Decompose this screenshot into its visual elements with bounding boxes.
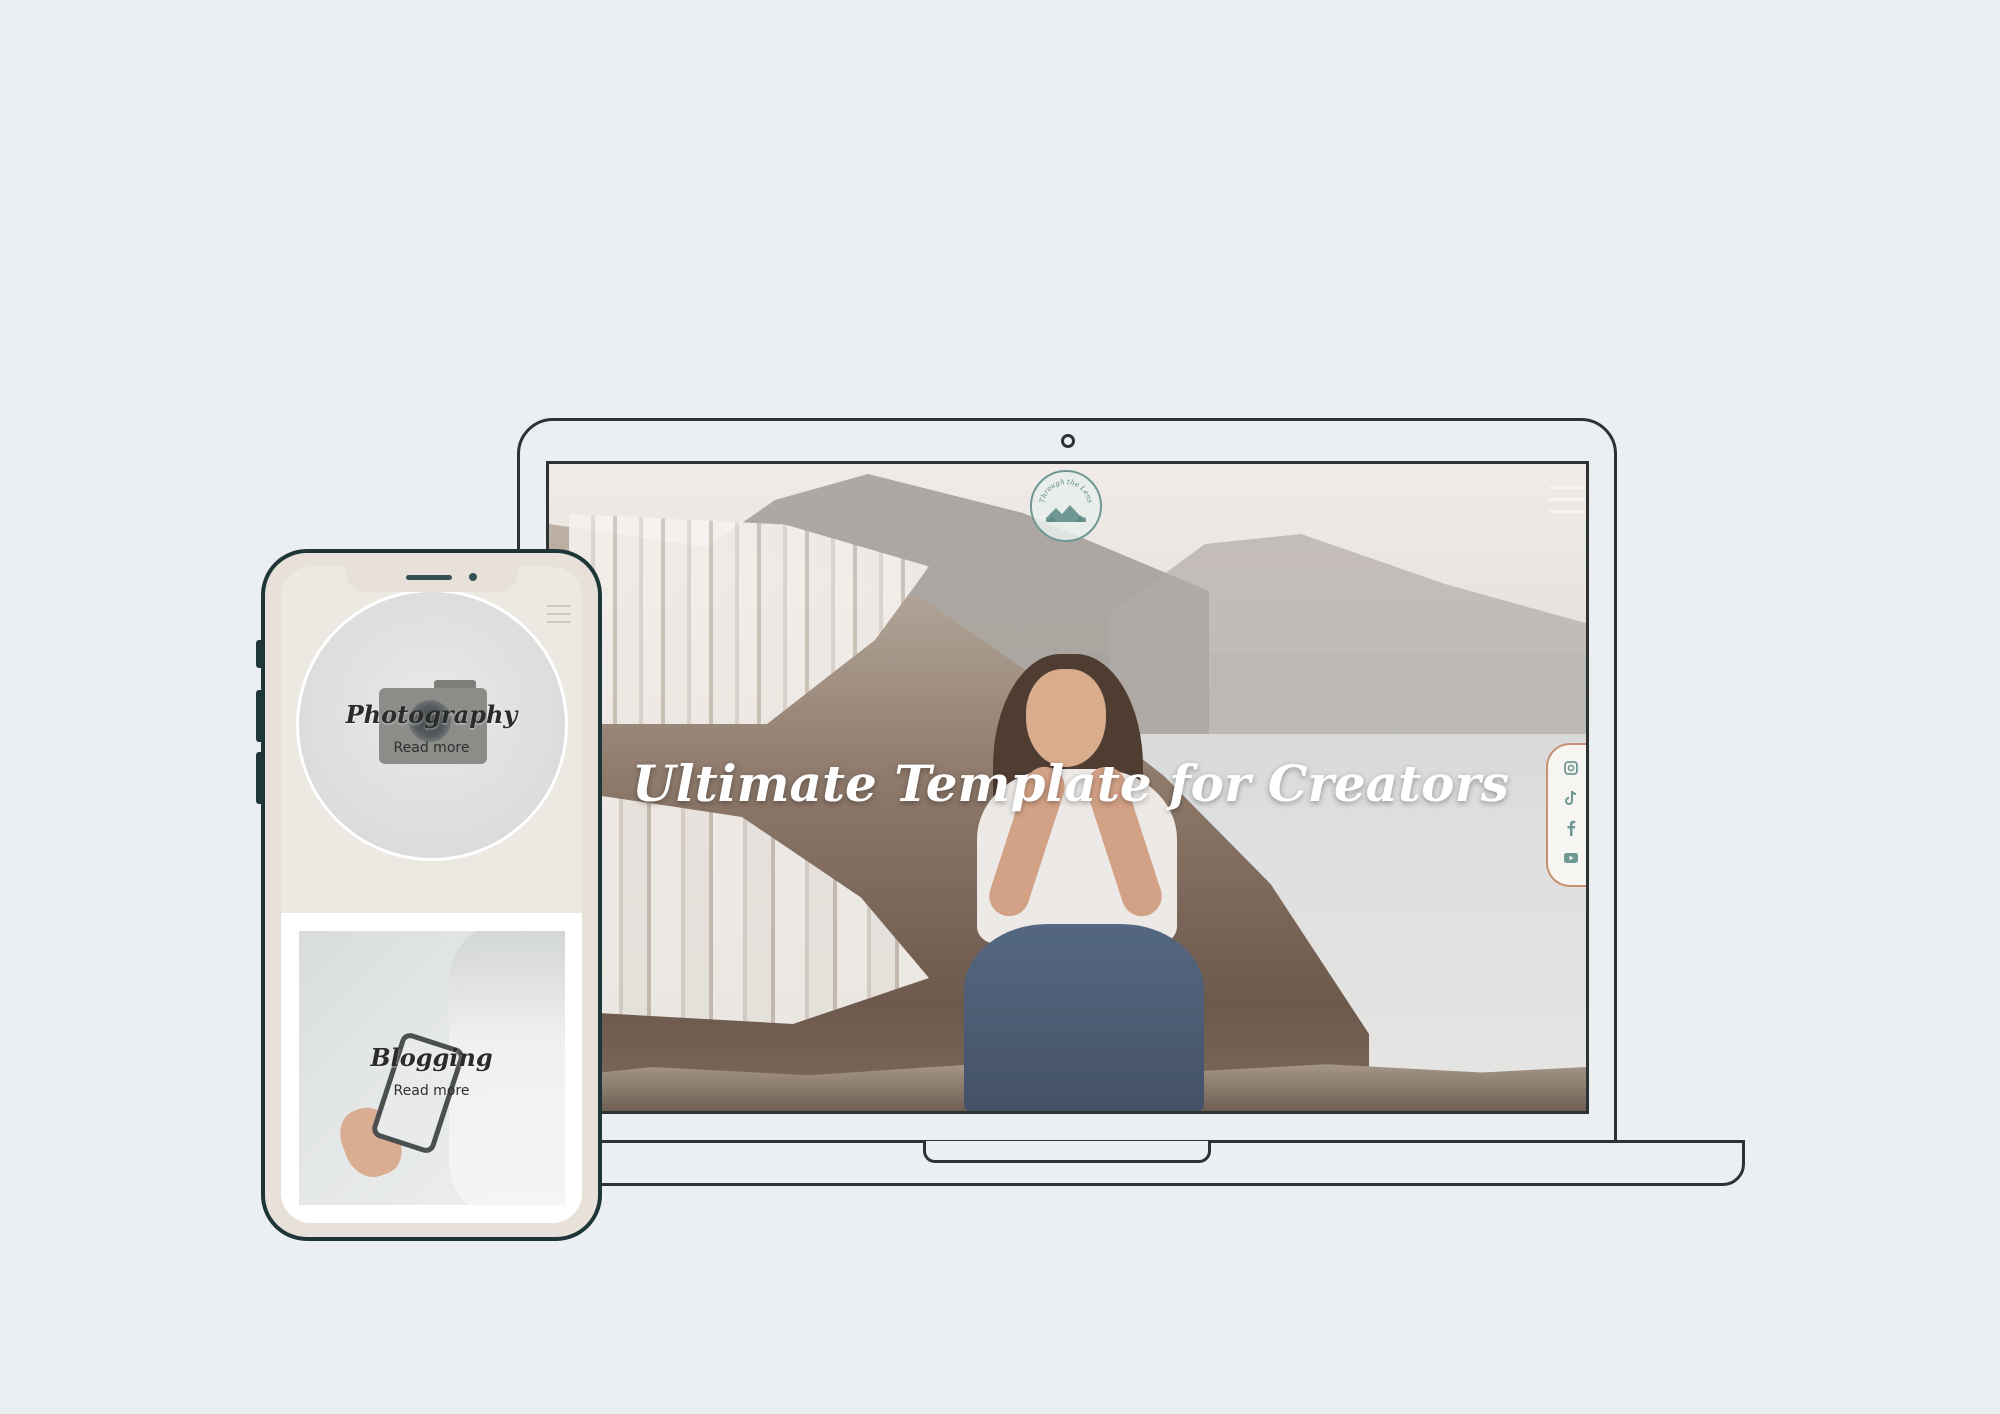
phone-mute-switch <box>256 640 263 668</box>
hero-title: Ultimate Template for Creators <box>631 754 1510 813</box>
tiktok-icon[interactable] <box>1562 789 1580 807</box>
photography-card-title: Photography <box>345 700 518 729</box>
site-logo[interactable]: Through the Lens <box>1030 470 1102 542</box>
laptop-trackpad-notch <box>923 1141 1211 1163</box>
phone-volume-down <box>256 752 263 804</box>
mobile-hamburger-menu-icon[interactable] <box>547 605 571 629</box>
phone-volume-up <box>256 690 263 742</box>
photography-read-more-link[interactable]: Read more <box>281 740 582 756</box>
mobile-website-screen: Photography Read more Blogging Read more <box>281 567 582 1223</box>
blogging-section: Blogging Read more <box>281 913 582 1223</box>
blogging-read-more-link[interactable]: Read more <box>281 1083 582 1099</box>
hamburger-menu-icon[interactable] <box>1549 486 1585 520</box>
youtube-icon[interactable] <box>1562 849 1580 867</box>
svg-text:Through the Lens: Through the Lens <box>1038 478 1094 504</box>
laptop-camera <box>1061 434 1075 448</box>
logo-emblem-icon: Through the Lens <box>1038 478 1094 522</box>
blogging-card-title: Blogging <box>370 1043 493 1072</box>
facebook-icon[interactable] <box>1562 819 1580 837</box>
photography-section: Photography Read more <box>281 567 582 913</box>
instagram-icon[interactable] <box>1562 759 1580 777</box>
desktop-website-screen: Through the Lens Ultimate Template for C… <box>546 461 1589 1114</box>
phone-speaker <box>406 575 452 580</box>
social-links-bar <box>1546 743 1586 887</box>
phone-front-camera <box>469 573 477 581</box>
